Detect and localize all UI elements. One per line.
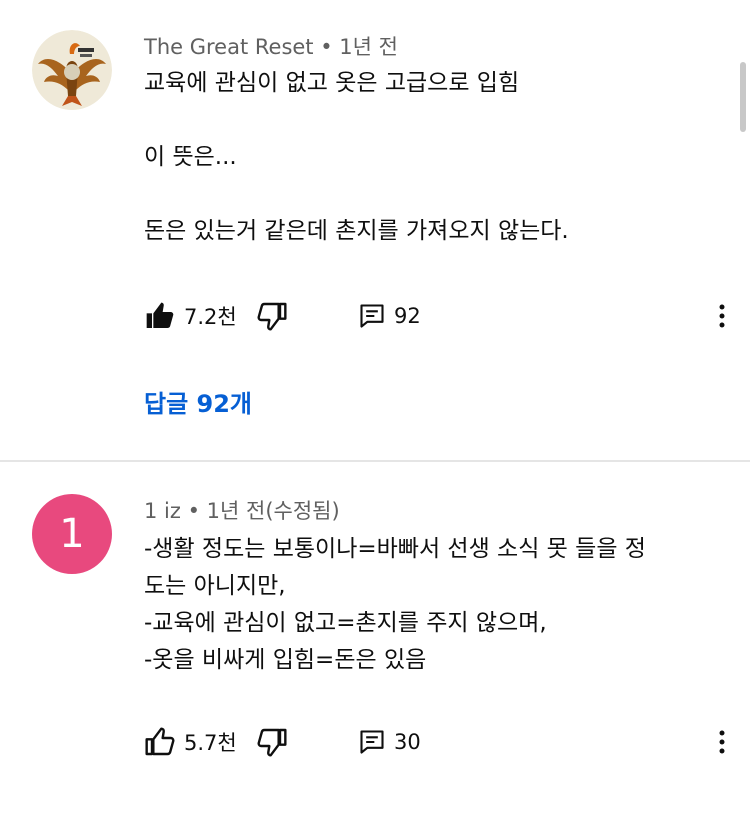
meta-separator: • xyxy=(320,35,340,59)
more-vert-icon xyxy=(719,730,725,754)
author-name[interactable]: The Great Reset xyxy=(144,35,314,59)
comment-actions: 7.2천 92 xyxy=(144,298,734,334)
like-count: 5.7천 xyxy=(184,731,237,755)
reply-icon xyxy=(360,730,384,754)
reply-button[interactable]: 30 xyxy=(358,724,421,760)
avatar-letter: 1 xyxy=(59,511,85,557)
scrollbar[interactable] xyxy=(740,62,746,132)
dislike-button[interactable] xyxy=(256,724,288,760)
comment-line xyxy=(144,102,724,139)
author-name[interactable]: 1 iz xyxy=(144,499,181,523)
phoenix-emblem-icon xyxy=(32,30,112,110)
comment-line: -옷을 비싸게 입힘=돈은 있음 xyxy=(144,647,427,673)
comment-line: 이 뜻은... xyxy=(144,144,237,170)
comment-meta: The Great Reset • 1년 전 xyxy=(144,31,398,61)
reply-icon xyxy=(360,304,384,328)
reply-count: 92 xyxy=(394,304,421,328)
meta-separator: • xyxy=(187,499,207,523)
comment-meta: 1 iz • 1년 전(수정됨) xyxy=(144,495,340,525)
divider xyxy=(0,460,750,462)
like-count: 7.2천 xyxy=(184,305,237,329)
comment-line: -생활 정도는 보통이나=바빠서 선생 소식 못 들을 정 xyxy=(144,536,646,562)
comment-line: 도는 아니지만, xyxy=(144,573,286,599)
like-button[interactable]: 7.2천 xyxy=(144,298,237,334)
reply-button[interactable]: 92 xyxy=(358,298,421,334)
dislike-icon xyxy=(257,728,287,757)
like-icon xyxy=(146,302,174,328)
like-button[interactable]: 5.7천 xyxy=(144,724,237,760)
comment-text: -생활 정도는 보통이나=바빠서 선생 소식 못 들을 정 도는 아니지만, -… xyxy=(144,531,724,679)
like-icon xyxy=(145,727,175,756)
comment-line: 교육에 관심이 없고 옷은 고급으로 입힘 xyxy=(144,70,520,96)
reply-count: 30 xyxy=(394,730,421,754)
comment-line xyxy=(144,176,724,213)
dislike-button[interactable] xyxy=(256,298,288,334)
avatar[interactable]: 1 xyxy=(32,494,112,574)
avatar[interactable] xyxy=(32,30,112,110)
comment-line: -교육에 관심이 없고=촌지를 주지 않으며, xyxy=(144,610,547,636)
more-options-button[interactable] xyxy=(710,298,734,334)
comment-time[interactable]: 1년 전 xyxy=(339,35,398,59)
more-options-button[interactable] xyxy=(710,724,734,760)
more-vert-icon xyxy=(719,304,725,328)
dislike-icon xyxy=(257,302,287,331)
comment-text: 교육에 관심이 없고 옷은 고급으로 입힘 이 뜻은... 돈은 있는거 같은데… xyxy=(144,65,724,250)
comment-line: 돈은 있는거 같은데 촌지를 가져오지 않는다. xyxy=(144,218,569,244)
view-replies-link[interactable]: 답글 92개 xyxy=(144,384,252,419)
comment-time[interactable]: 1년 전(수정됨) xyxy=(207,499,340,523)
comment-actions: 5.7천 30 xyxy=(144,724,734,760)
